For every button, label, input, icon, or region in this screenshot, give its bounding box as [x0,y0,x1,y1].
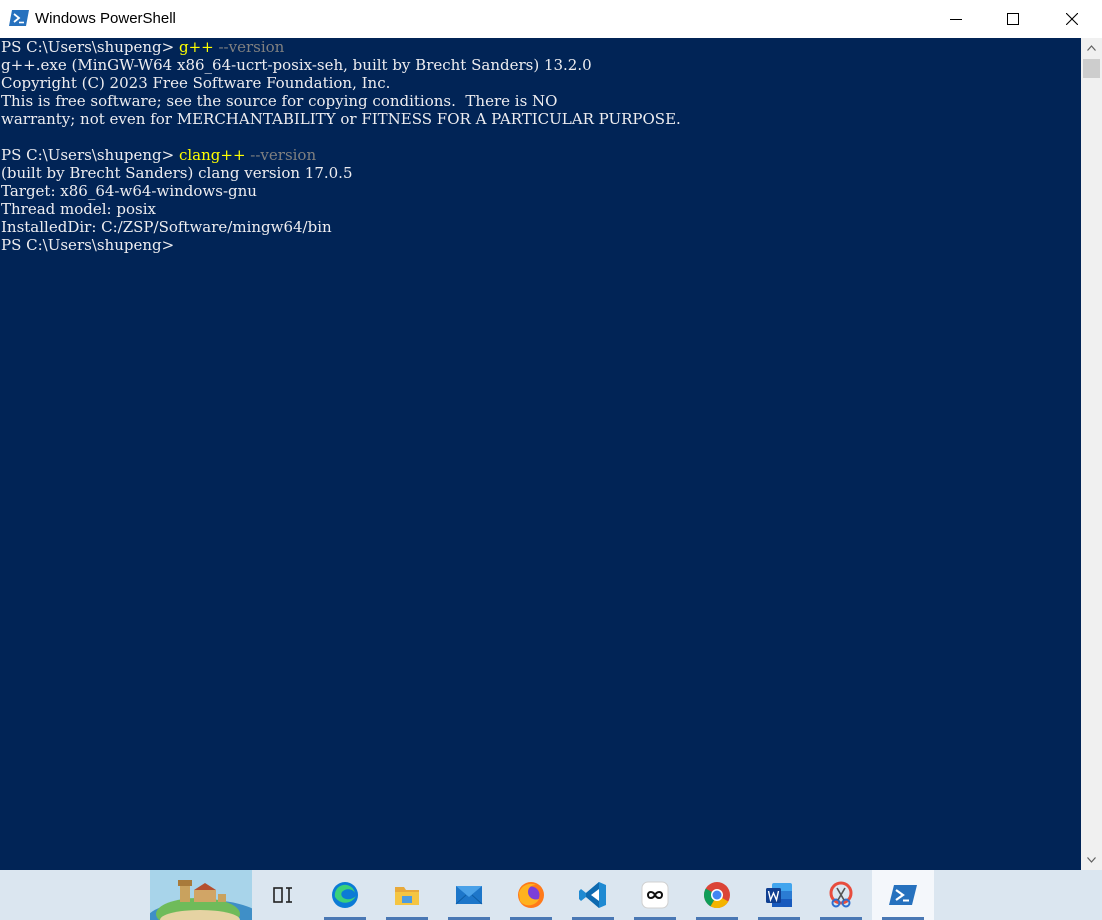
taskbar-item-edge[interactable] [314,870,376,920]
taskbar-item-infinity-app[interactable] [624,870,686,920]
prompt: PS C:\Users\shupeng> [1,146,179,164]
minimize-icon [950,19,962,20]
vertical-scrollbar[interactable] [1081,38,1102,870]
firefox-icon [518,882,544,908]
mail-icon [455,886,483,905]
scroll-down-button[interactable] [1081,850,1102,870]
taskbar-item-vscode[interactable] [562,870,624,920]
taskbar-item-chrome[interactable] [686,870,748,920]
scroll-up-button[interactable] [1081,38,1102,58]
word-icon [766,883,792,907]
chevron-up-icon [1087,45,1096,51]
command-text: g++ [178,38,214,56]
maximize-icon [1007,13,1019,25]
scroll-thumb[interactable] [1083,59,1100,78]
powershell-icon [889,885,917,905]
taskbar-item-file-explorer[interactable] [376,870,438,920]
file-explorer-icon [395,887,419,905]
console-line: g++.exe (MinGW-W64 x86_64-ucrt-posix-seh… [1,56,592,74]
chrome-icon [703,882,730,909]
close-button[interactable] [1042,0,1102,38]
maximize-button[interactable] [983,0,1043,38]
command-text: clang++ [178,146,246,164]
parameter-text: --version [213,38,285,56]
edge-icon [332,882,358,908]
taskbar-item-snipping-tool[interactable] [810,870,872,920]
powershell-icon [9,10,29,26]
chevron-down-icon [1087,857,1096,863]
taskbar-item-firefox[interactable] [500,870,562,920]
task-view-icon [273,887,292,903]
console-line: Thread model: posix [1,200,156,218]
console-line: (built by Brecht Sanders) clang version … [1,164,353,182]
close-icon [1066,13,1078,25]
console-line: InstalledDir: C:/ZSP/Software/mingw64/bi… [1,218,332,236]
console-line: PS C:\Users\shupeng> [0,236,1081,254]
snipping-tool-icon [829,881,853,908]
taskbar-item-task-view[interactable] [252,870,314,920]
title-bar[interactable]: Windows PowerShell [0,0,1102,38]
vscode-icon [579,882,606,908]
prompt: PS C:\Users\shupeng> [1,38,179,56]
window-title: Windows PowerShell [35,10,176,27]
console-line: PS C:\Users\shupeng> clang++ --version [0,146,1081,164]
minimize-button[interactable] [926,0,986,38]
console-line: Target: x86_64-w64-windows-gnu [1,182,257,200]
console-output[interactable]: PS C:\Users\shupeng> g++ --version g++.e… [0,38,1081,870]
taskbar-item-mail[interactable] [438,870,500,920]
castle-island-image [150,870,252,920]
taskbar-item-word[interactable] [748,870,810,920]
infinity-app-icon [641,881,669,909]
wallpaper-thumbnail [150,870,252,920]
prompt: PS C:\Users\shupeng> [1,236,175,254]
taskbar-item-powershell[interactable] [872,870,934,920]
console-line: warranty; not even for MERCHANTABILITY o… [1,110,681,128]
console-line: Copyright (C) 2023 Free Software Foundat… [1,74,391,92]
parameter-text: --version [245,146,317,164]
console-line: This is free software; see the source fo… [1,92,558,110]
console-line: PS C:\Users\shupeng> g++ --version [0,38,1081,56]
